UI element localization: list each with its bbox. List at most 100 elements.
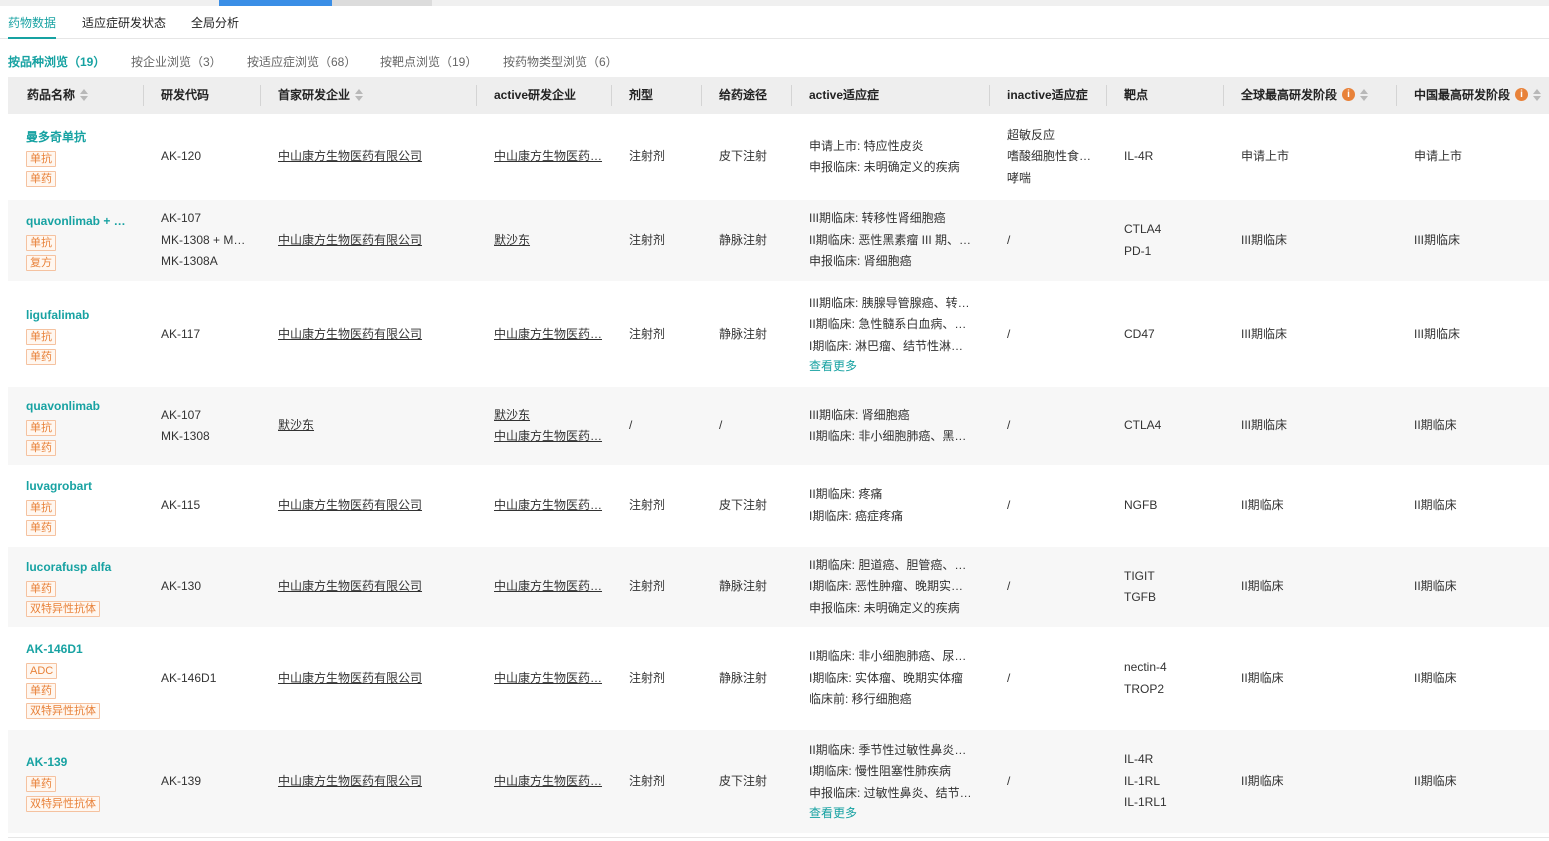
tab-drug-data[interactable]: 药物数据 xyxy=(8,14,57,39)
active-company-link[interactable]: 默沙东 xyxy=(494,230,604,252)
tab-indication-status[interactable]: 适应症研发状态 xyxy=(82,14,166,31)
active-company-link[interactable]: 中山康方生物医药… xyxy=(494,576,604,598)
active-company-link-text[interactable]: 中山康方生物医药… xyxy=(494,774,602,788)
active-company-link-text[interactable]: 中山康方生物医药… xyxy=(494,671,602,685)
drug-name-link[interactable]: quavonlimab + … xyxy=(26,211,138,231)
col-header-china-stage[interactable]: 中国最高研发阶段 i xyxy=(1414,77,1542,114)
indication-item-text: I期临床: 癌症疼痛 xyxy=(809,508,904,523)
subtab-by-target[interactable]: 按靶点浏览（19） xyxy=(380,53,477,70)
cell-china-stage: II期临床 xyxy=(1414,466,1544,545)
active-company-link-text[interactable]: 中山康方生物医药… xyxy=(494,149,602,163)
sort-icon[interactable] xyxy=(80,88,89,102)
first-company-link-text[interactable]: 中山康方生物医药有限公司 xyxy=(278,498,422,512)
drug-name-link[interactable]: 曼多奇单抗 xyxy=(26,127,138,147)
subtab-by-variety[interactable]: 按品种浏览（19） xyxy=(8,53,105,70)
route-value: 静脉注射 xyxy=(719,579,768,594)
drug-name-link[interactable]: AK-146D1 xyxy=(26,639,138,659)
subtab-by-indication[interactable]: 按适应症浏览（68） xyxy=(247,53,356,70)
see-more-link[interactable]: 查看更多 xyxy=(809,804,979,823)
sort-icon[interactable] xyxy=(1533,88,1542,102)
cell-first-company: 中山康方生物医药有限公司 xyxy=(278,200,468,281)
cell-drug-name: quavonlimab 单抗 单药 xyxy=(26,387,138,465)
cell-code: AK-107 MK-1308 xyxy=(161,387,251,465)
active-company-link[interactable]: 中山康方生物医药… xyxy=(494,771,604,793)
see-more-link[interactable]: 查看更多 xyxy=(809,357,979,376)
code-item: AK-146D1 xyxy=(161,668,251,690)
first-company-link-text[interactable]: 默沙东 xyxy=(278,418,314,432)
cell-global-stage: II期临床 xyxy=(1241,730,1391,833)
subtab-by-company[interactable]: 按企业浏览（3） xyxy=(131,53,222,70)
drug-name-link[interactable]: luvagrobart xyxy=(26,476,138,496)
table-row: quavonlimab + … 单抗 复方 AK-107 MK-1308 + MK… MK… xyxy=(8,200,1549,281)
first-company-link-text[interactable]: 中山康方生物医药有限公司 xyxy=(278,149,422,163)
target-item: CTLA4 xyxy=(1124,219,1219,241)
cell-target: nectin-4 TROP2 xyxy=(1124,629,1219,728)
indication-item-text: 临床前: 移行细胞癌 xyxy=(809,692,912,707)
global-stage-value: 申请上市 xyxy=(1241,149,1290,164)
col-header-drug-name[interactable]: 药品名称 xyxy=(27,77,89,114)
cell-first-company: 默沙东 xyxy=(278,387,468,465)
inactive-indication-item-text: 哮喘 xyxy=(1007,170,1032,185)
first-company-link-text[interactable]: 中山康方生物医药有限公司 xyxy=(278,327,422,341)
active-company-link-text[interactable]: 中山康方生物医药… xyxy=(494,327,602,341)
active-company-link[interactable]: 默沙东 xyxy=(494,405,604,427)
indication-item: 申报临床: 过敏性鼻炎、结节… xyxy=(809,783,979,805)
drug-name-link[interactable]: AK-139 xyxy=(26,752,138,772)
indication-item-text: II期临床: 季节性过敏性鼻炎… xyxy=(809,742,967,757)
first-company-link-text[interactable]: 中山康方生物医药有限公司 xyxy=(278,233,422,247)
active-company-link[interactable]: 中山康方生物医药… xyxy=(494,324,604,346)
first-company-link[interactable]: 默沙东 xyxy=(278,415,468,437)
cell-china-stage: III期临床 xyxy=(1414,200,1544,281)
table-row: quavonlimab 单抗 单药 AK-107 MK-1308 默沙东 默沙东 中山康方生物… xyxy=(8,387,1549,465)
cell-route: 静脉注射 xyxy=(719,283,785,386)
inactive-indication-item: 超敏反应 xyxy=(1007,125,1097,147)
col-header-global-stage[interactable]: 全球最高研发阶段 i xyxy=(1241,77,1369,114)
first-company-link[interactable]: 中山康方生物医药有限公司 xyxy=(278,230,468,252)
tab-global-analysis[interactable]: 全局分析 xyxy=(191,14,239,31)
first-company-link[interactable]: 中山康方生物医药有限公司 xyxy=(278,146,468,168)
china-stage-value: II期临床 xyxy=(1414,497,1457,512)
first-company-link[interactable]: 中山康方生物医药有限公司 xyxy=(278,495,468,517)
first-company-link-text[interactable]: 中山康方生物医药有限公司 xyxy=(278,774,422,788)
active-company-link-text[interactable]: 中山康方生物医药… xyxy=(494,579,602,593)
first-company-link-text[interactable]: 中山康方生物医药有限公司 xyxy=(278,579,422,593)
indication-item: 申报临床: 未明确定义的疾病 xyxy=(809,157,979,179)
indication-item-text: II期临床: 非小细胞肺癌、黑… xyxy=(809,429,967,443)
active-company-link[interactable]: 中山康方生物医药… xyxy=(494,495,604,517)
drug-type-tag: 单抗 xyxy=(26,151,56,167)
subtab-by-drug-type[interactable]: 按药物类型浏览（6） xyxy=(503,53,618,70)
first-company-link[interactable]: 中山康方生物医药有限公司 xyxy=(278,771,468,793)
first-company-link[interactable]: 中山康方生物医药有限公司 xyxy=(278,668,468,690)
cell-route: 皮下注射 xyxy=(719,116,785,198)
active-company-link[interactable]: 中山康方生物医药… xyxy=(494,426,604,448)
first-company-link[interactable]: 中山康方生物医药有限公司 xyxy=(278,324,468,346)
first-company-link-text[interactable]: 中山康方生物医药有限公司 xyxy=(278,671,422,685)
active-company-link[interactable]: 中山康方生物医药… xyxy=(494,146,604,168)
drug-name-link[interactable]: quavonlimab xyxy=(26,396,138,416)
drug-name-link[interactable]: ligufalimab xyxy=(26,305,138,325)
info-icon[interactable]: i xyxy=(1515,88,1529,102)
table-row: AK-146D1 ADC 单药 双特异性抗体 AK-146D1 中山康方生物医药有限公司 中… xyxy=(8,629,1549,728)
sort-icon[interactable] xyxy=(1360,88,1369,102)
drug-name-link[interactable]: lucorafusp alfa xyxy=(26,557,138,577)
active-company-link-text[interactable]: 中山康方生物医药… xyxy=(494,429,602,443)
tab-label: 全局分析 xyxy=(191,16,240,30)
active-company-link-text[interactable]: 默沙东 xyxy=(494,408,530,422)
active-company-link-text[interactable]: 中山康方生物医药… xyxy=(494,498,602,512)
indication-item: I期临床: 淋巴瘤、结节性淋… xyxy=(809,336,979,358)
target-item: TIGIT xyxy=(1124,566,1219,588)
global-stage-value: II期临床 xyxy=(1241,497,1284,512)
col-header-first-company[interactable]: 首家研发企业 xyxy=(278,77,364,114)
cell-form: 注射剂 xyxy=(629,466,695,545)
active-company-link[interactable]: 中山康方生物医药… xyxy=(494,668,604,690)
sort-icon[interactable] xyxy=(355,88,364,102)
cell-first-company: 中山康方生物医药有限公司 xyxy=(278,466,468,545)
global-stage-value: III期临床 xyxy=(1241,232,1288,247)
first-company-link[interactable]: 中山康方生物医药有限公司 xyxy=(278,576,468,598)
inactive-indication-item-text: 超敏反应 xyxy=(1007,127,1056,142)
indication-item-text: III期临床: 胰腺导管腺癌、转… xyxy=(809,295,970,310)
active-company-link-text[interactable]: 默沙东 xyxy=(494,233,530,247)
code-item-text: AK-107 xyxy=(161,211,202,226)
cell-active-company: 中山康方生物医药… xyxy=(494,466,604,545)
info-icon[interactable]: i xyxy=(1342,88,1356,102)
